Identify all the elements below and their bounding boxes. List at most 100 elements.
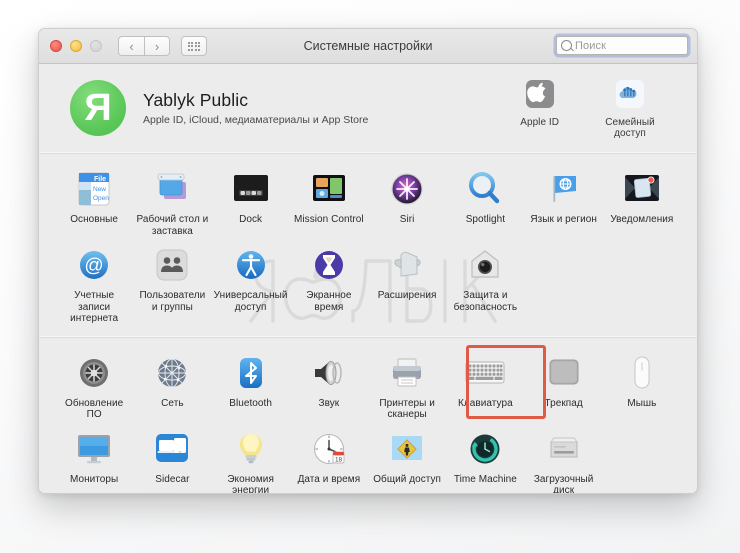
pref-trackpad[interactable]: Трекпад <box>525 348 603 424</box>
sound-icon <box>307 351 351 395</box>
pref-language-region[interactable]: Язык и регион <box>525 164 603 240</box>
pref-notifications[interactable]: Уведомления <box>603 164 681 240</box>
general-icon: File New Open <box>72 167 116 211</box>
pref-label: Загрузочный диск <box>533 473 594 494</box>
pref-label: Общий доступ <box>373 473 442 485</box>
pref-label: Защита и безопасность <box>453 290 518 313</box>
search-icon <box>561 40 572 51</box>
show-all-button[interactable] <box>181 36 207 56</box>
accessibility-icon <box>229 243 273 287</box>
extensions-icon <box>385 243 429 287</box>
desktop-screensaver-icon <box>150 167 194 211</box>
pref-label: Sidecar <box>155 473 190 485</box>
pref-mission-control[interactable]: Mission Control <box>290 164 368 240</box>
pref-label: Экранное время <box>306 290 352 313</box>
pref-printers-scanners[interactable]: Принтеры и сканеры <box>368 348 446 424</box>
pref-time-machine[interactable]: Time Machine <box>446 424 524 494</box>
account-text-block: Yablyk Public Apple ID, iCloud, медиамат… <box>143 90 520 126</box>
pref-software-update[interactable]: Обновление ПО <box>55 348 133 424</box>
siri-icon <box>385 167 429 211</box>
language-region-icon <box>542 167 586 211</box>
svg-text:18: 18 <box>335 456 343 463</box>
pref-label: Учетные записи интернета <box>70 290 119 324</box>
pref-internet-accounts[interactable]: @ Учетные записи интернета <box>55 240 133 328</box>
pref-label: Обновление ПО <box>65 397 124 421</box>
avatar[interactable]: Я <box>70 80 126 136</box>
pref-empty <box>603 424 681 494</box>
search-container: Поиск <box>556 36 688 55</box>
time-machine-icon <box>463 427 507 471</box>
minimize-button[interactable] <box>70 40 82 52</box>
pref-label: Siri <box>399 214 415 225</box>
pref-label: Уведомления <box>610 214 674 225</box>
screen-time-icon <box>307 243 351 287</box>
grid-dots-icon <box>187 41 201 51</box>
pref-startup-disk[interactable]: Загрузочный диск <box>525 424 603 494</box>
mission-control-icon <box>307 167 351 211</box>
pref-sharing[interactable]: Общий доступ <box>368 424 446 494</box>
sidecar-icon <box>150 427 194 471</box>
svg-text:Open: Open <box>93 195 109 202</box>
pref-extensions[interactable]: Расширения <box>368 240 446 328</box>
pref-label: Трекпад <box>544 397 583 409</box>
pref-sound[interactable]: Звук <box>290 348 368 424</box>
security-privacy-icon <box>463 243 507 287</box>
pref-general[interactable]: File New Open Основные <box>55 164 133 240</box>
pref-dock[interactable]: Dock <box>212 164 290 240</box>
system-preferences-window: ‹ › Системные настройки Поиск Я Yablyk P… <box>38 28 698 494</box>
pref-empty <box>603 240 681 328</box>
trackpad-icon <box>542 351 586 395</box>
desktop-background: ‹ › Системные настройки Поиск Я Yablyk P… <box>0 0 740 553</box>
sharing-icon <box>385 427 429 471</box>
pref-accessibility[interactable]: Универсальный доступ <box>212 240 290 328</box>
pref-apple-id[interactable]: Apple ID <box>520 74 559 132</box>
pref-label: Сеть <box>161 397 184 409</box>
zoom-button <box>90 40 102 52</box>
pref-family-sharing[interactable]: Семейный доступ <box>593 74 667 143</box>
pref-label: Основные <box>70 214 119 225</box>
pref-label: Экономия энергии <box>227 473 274 494</box>
pref-energy-saver[interactable]: Экономия энергии <box>212 424 290 494</box>
pref-label: Пользователи и группы <box>139 290 206 313</box>
internet-accounts-icon: @ <box>72 243 116 287</box>
pref-keyboard[interactable]: Клавиатура <box>446 348 524 424</box>
account-subtitle: Apple ID, iCloud, медиаматериалы и App S… <box>143 114 369 126</box>
pref-desktop-screensaver[interactable]: Рабочий стол и заставка <box>133 164 211 240</box>
bluetooth-icon <box>229 351 273 395</box>
apple-id-icon <box>523 77 557 111</box>
pref-empty <box>525 240 603 328</box>
account-icons-group: Apple ID Семейный доступ <box>520 74 667 143</box>
date-time-icon: 18 <box>307 427 351 471</box>
pref-mouse[interactable]: Мышь <box>603 348 681 424</box>
pref-bluetooth[interactable]: Bluetooth <box>212 348 290 424</box>
close-button[interactable] <box>50 40 62 52</box>
svg-text:New: New <box>93 186 106 193</box>
apple-id-account-row[interactable]: Я Yablyk Public Apple ID, iCloud, медиам… <box>39 64 697 152</box>
back-button[interactable]: ‹ <box>118 36 144 56</box>
energy-saver-icon <box>229 427 273 471</box>
forward-button[interactable]: › <box>144 36 170 56</box>
pref-spotlight[interactable]: Spotlight <box>446 164 524 240</box>
pref-label: Клавиатура <box>458 397 513 409</box>
pref-label: Универсальный доступ <box>213 290 288 313</box>
pref-label: Time Machine <box>453 473 517 485</box>
users-groups-icon <box>150 243 194 287</box>
preferences-row: Мониторы Sidecar Экономия энергии 18 Дат… <box>55 424 681 494</box>
svg-text:@: @ <box>84 256 103 277</box>
pref-label: Дата и время <box>297 473 361 485</box>
pref-screen-time[interactable]: Экранное время <box>290 240 368 328</box>
pref-displays[interactable]: Мониторы <box>55 424 133 494</box>
pref-siri[interactable]: Siri <box>368 164 446 240</box>
search-placeholder: Поиск <box>575 39 606 52</box>
pref-label: Мониторы <box>69 473 119 485</box>
pref-sidecar[interactable]: Sidecar <box>133 424 211 494</box>
pref-security-privacy[interactable]: Защита и безопасность <box>446 240 524 328</box>
pref-network[interactable]: Сеть <box>133 348 211 424</box>
search-input[interactable]: Поиск <box>556 36 688 55</box>
navigation-buttons: ‹ › <box>118 36 170 56</box>
pref-label: Семейный доступ <box>605 116 655 140</box>
preferences-row: @ Учетные записи интернета Пользователи … <box>55 240 681 328</box>
pref-date-time[interactable]: 18 Дата и время <box>290 424 368 494</box>
pref-users-groups[interactable]: Пользователи и группы <box>133 240 211 328</box>
traffic-light-group <box>50 40 102 52</box>
